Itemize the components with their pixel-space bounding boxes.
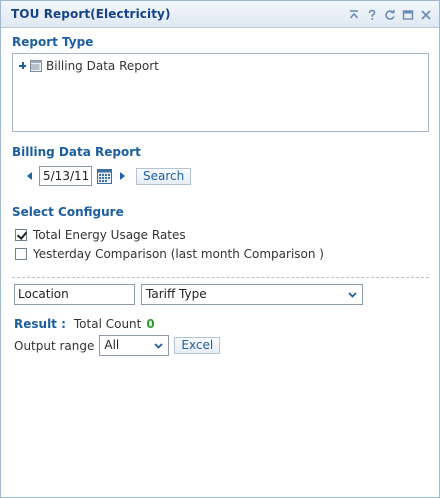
close-icon[interactable] xyxy=(419,8,433,22)
checkbox-unchecked[interactable] xyxy=(15,248,27,260)
total-count-value: 0 xyxy=(146,317,155,331)
chevron-down-icon xyxy=(154,343,164,349)
select-configure-heading: Select Configure xyxy=(12,205,124,219)
option-label: Yesterday Comparison (last month Compari… xyxy=(33,247,324,261)
date-field[interactable]: 5/13/11 xyxy=(39,166,92,186)
report-type-tree: Billing Data Report xyxy=(12,53,429,132)
tou-report-panel: TOU Report(Electricity) Report Type Bill… xyxy=(0,0,440,498)
calendar-icon[interactable] xyxy=(97,168,112,184)
tariff-type-value: Tariff Type xyxy=(146,287,207,301)
tree-item-label: Billing Data Report xyxy=(46,59,159,73)
panel-titlebar: TOU Report(Electricity) xyxy=(1,1,439,28)
tariff-type-select[interactable]: Tariff Type xyxy=(141,284,363,305)
collapse-icon[interactable] xyxy=(347,8,361,22)
total-count-label: Total Count xyxy=(73,317,142,331)
panel-title: TOU Report(Electricity) xyxy=(11,7,171,21)
search-button[interactable]: Search xyxy=(136,167,192,185)
option-label: Total Energy Usage Rates xyxy=(33,228,186,242)
excel-button[interactable]: Excel xyxy=(174,337,221,354)
report-type-heading: Report Type xyxy=(12,35,94,49)
checkbox-checked[interactable] xyxy=(15,229,27,241)
help-icon[interactable] xyxy=(365,8,379,22)
tree-item-billing-data-report[interactable]: Billing Data Report xyxy=(19,59,159,73)
option-yesterday-comparison[interactable]: Yesterday Comparison (last month Compari… xyxy=(15,247,324,261)
refresh-icon[interactable] xyxy=(383,8,397,22)
location-field[interactable]: Location xyxy=(14,284,135,305)
result-summary: Result : Total Count 0 xyxy=(14,317,155,331)
output-range-value: All xyxy=(104,338,120,352)
panel-tools xyxy=(347,8,433,22)
plus-icon[interactable] xyxy=(19,62,27,70)
next-date-arrow-icon[interactable] xyxy=(120,172,125,180)
billing-data-heading: Billing Data Report xyxy=(12,145,141,159)
output-range-select[interactable]: All xyxy=(99,335,170,356)
maximize-icon[interactable] xyxy=(401,8,415,22)
output-range-row: Output range All Excel xyxy=(14,335,221,356)
chevron-down-icon xyxy=(348,292,357,298)
output-range-label: Output range xyxy=(14,338,95,353)
option-total-energy-usage-rates[interactable]: Total Energy Usage Rates xyxy=(15,228,186,242)
date-picker-row: 5/13/11 Search xyxy=(27,166,192,186)
result-label: Result : xyxy=(14,317,66,331)
document-icon xyxy=(30,60,42,72)
previous-date-arrow-icon[interactable] xyxy=(27,172,32,180)
section-divider xyxy=(12,277,429,278)
